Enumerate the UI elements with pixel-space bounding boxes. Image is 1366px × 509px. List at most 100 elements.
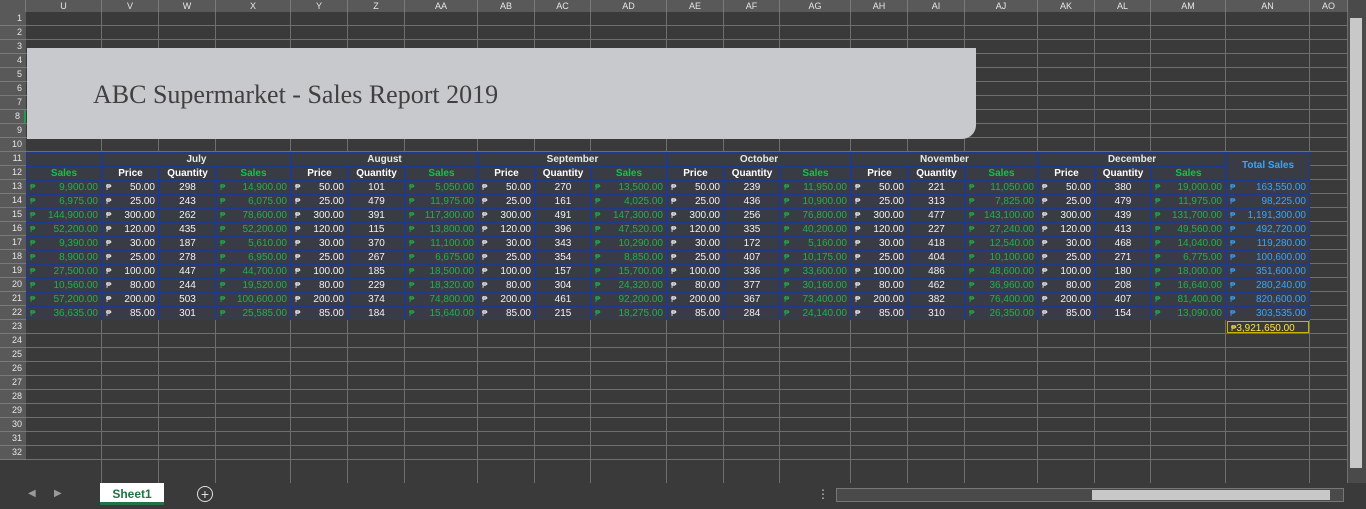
column-header[interactable]: AF xyxy=(724,0,780,12)
more-options-icon[interactable]: ⋮ xyxy=(817,487,829,501)
sales-cell[interactable]: ₱ 11,050.00 xyxy=(966,181,1037,193)
header-sales[interactable]: Sales xyxy=(217,167,290,179)
price-cell[interactable]: ₱ 100.00 xyxy=(668,265,723,277)
price-cell[interactable]: ₱ 30.00 xyxy=(852,237,907,249)
quantity-cell[interactable]: 215 xyxy=(536,307,590,319)
row-header[interactable]: 24 xyxy=(0,334,26,348)
vertical-scroll-thumb[interactable] xyxy=(1350,18,1362,468)
column-header[interactable]: Z xyxy=(348,0,405,12)
sales-cell[interactable]: ₱ 4,025.00 xyxy=(592,195,666,207)
sales-cell[interactable]: ₱ 13,800.00 xyxy=(406,223,477,235)
price-cell[interactable]: ₱ 25.00 xyxy=(1039,195,1094,207)
row-header[interactable]: 18 xyxy=(0,250,26,264)
column-header[interactable]: W xyxy=(159,0,216,12)
price-cell[interactable]: ₱ 85.00 xyxy=(292,307,347,319)
price-cell[interactable]: ₱ 120.00 xyxy=(668,223,723,235)
header-price[interactable]: Price xyxy=(103,167,158,179)
quantity-cell[interactable]: 310 xyxy=(909,307,964,319)
price-cell[interactable]: ₱ 25.00 xyxy=(479,195,534,207)
report-title-box[interactable]: ABC Supermarket - Sales Report 2019 xyxy=(27,48,976,139)
sales-cell[interactable]: ₱ 19,000.00 xyxy=(1152,181,1225,193)
price-cell[interactable]: ₱ 80.00 xyxy=(852,279,907,291)
quantity-cell[interactable]: 396 xyxy=(536,223,590,235)
sales-cell[interactable]: ₱ 11,100.00 xyxy=(406,237,477,249)
sales-cell[interactable]: ₱ 47,520.00 xyxy=(592,223,666,235)
quantity-cell[interactable]: 461 xyxy=(536,293,590,305)
price-cell[interactable]: ₱ 25.00 xyxy=(292,195,347,207)
quantity-cell[interactable]: 184 xyxy=(349,307,404,319)
header-quantity[interactable]: Quantity xyxy=(160,167,215,179)
quantity-cell[interactable]: 298 xyxy=(160,181,215,193)
quantity-cell[interactable]: 313 xyxy=(909,195,964,207)
sales-cell[interactable]: ₱ 15,640.00 xyxy=(406,307,477,319)
sales-cell[interactable]: ₱ 18,500.00 xyxy=(406,265,477,277)
prev-sheet-arrow-icon[interactable]: ◀ xyxy=(28,488,36,499)
price-cell[interactable]: ₱ 100.00 xyxy=(103,265,158,277)
quantity-cell[interactable]: 503 xyxy=(160,293,215,305)
quantity-cell[interactable]: 413 xyxy=(1096,223,1150,235)
quantity-cell[interactable]: 278 xyxy=(160,251,215,263)
price-cell[interactable]: ₱ 50.00 xyxy=(103,181,158,193)
sales-cell[interactable]: ₱ 11,975.00 xyxy=(406,195,477,207)
sales-cell[interactable]: ₱ 24,140.00 xyxy=(781,307,850,319)
month-header-august[interactable]: August xyxy=(292,153,477,165)
price-cell[interactable]: ₱ 85.00 xyxy=(852,307,907,319)
sales-cell[interactable]: ₱ 14,900.00 xyxy=(217,181,290,193)
sales-cell[interactable]: ₱ 13,500.00 xyxy=(592,181,666,193)
sales-cell[interactable]: ₱ 44,700.00 xyxy=(217,265,290,277)
plus-circle-icon[interactable]: + xyxy=(197,486,213,502)
row-header[interactable]: 16 xyxy=(0,222,26,236)
row-header[interactable]: 8 xyxy=(0,110,26,124)
price-cell[interactable]: ₱ 30.00 xyxy=(668,237,723,249)
header-quantity[interactable]: Quantity xyxy=(349,167,404,179)
quantity-cell[interactable]: 229 xyxy=(349,279,404,291)
row-header[interactable]: 14 xyxy=(0,194,26,208)
sales-cell[interactable]: ₱ 144,900.00 xyxy=(27,209,101,221)
header-quantity[interactable]: Quantity xyxy=(536,167,590,179)
column-header[interactable]: AN xyxy=(1226,0,1310,12)
row-header[interactable]: 19 xyxy=(0,264,26,278)
row-header[interactable]: 29 xyxy=(0,404,26,418)
header-sales[interactable]: Sales xyxy=(1152,167,1225,179)
sales-cell[interactable]: ₱ 6,675.00 xyxy=(406,251,477,263)
row-header[interactable]: 27 xyxy=(0,376,26,390)
price-cell[interactable]: ₱ 25.00 xyxy=(852,195,907,207)
price-cell[interactable]: ₱ 100.00 xyxy=(852,265,907,277)
quantity-cell[interactable]: 244 xyxy=(160,279,215,291)
quantity-cell[interactable]: 154 xyxy=(1096,307,1150,319)
row-header[interactable]: 17 xyxy=(0,236,26,250)
row-header[interactable]: 12 xyxy=(0,166,26,180)
price-cell[interactable]: ₱ 80.00 xyxy=(1039,279,1094,291)
sales-cell[interactable]: ₱ 73,400.00 xyxy=(781,293,850,305)
sales-cell[interactable]: ₱ 9,900.00 xyxy=(27,181,101,193)
sales-cell[interactable]: ₱ 14,040.00 xyxy=(1152,237,1225,249)
price-cell[interactable]: ₱ 25.00 xyxy=(292,251,347,263)
quantity-cell[interactable]: 336 xyxy=(725,265,779,277)
price-cell[interactable]: ₱ 50.00 xyxy=(852,181,907,193)
header-sales[interactable]: Sales xyxy=(966,167,1037,179)
sales-cell[interactable]: ₱ 9,390.00 xyxy=(27,237,101,249)
spreadsheet-grid[interactable]: U V W X Y Z AA AB AC AD AE AF AG AH AI AJ AK AL AM AN AO 1 2 3 4… xyxy=(0,0,1348,483)
sales-cell[interactable]: ₱ 13,090.00 xyxy=(1152,307,1225,319)
quantity-cell[interactable]: 239 xyxy=(725,181,779,193)
price-cell[interactable]: ₱ 25.00 xyxy=(103,251,158,263)
price-cell[interactable]: ₱ 120.00 xyxy=(103,223,158,235)
header-quantity[interactable]: Quantity xyxy=(909,167,964,179)
sales-cell[interactable]: ₱ 16,640.00 xyxy=(1152,279,1225,291)
sales-cell[interactable]: ₱ 10,290.00 xyxy=(592,237,666,249)
sales-cell[interactable]: ₱ 49,560.00 xyxy=(1152,223,1225,235)
price-cell[interactable]: ₱ 85.00 xyxy=(668,307,723,319)
next-sheet-arrow-icon[interactable]: ▶ xyxy=(54,488,62,499)
column-header[interactable]: AC xyxy=(535,0,591,12)
total-sales-cell[interactable]: ₱ 303,535.00 xyxy=(1227,307,1309,319)
quantity-cell[interactable]: 382 xyxy=(909,293,964,305)
quantity-cell[interactable]: 407 xyxy=(1096,293,1150,305)
row-header[interactable]: 4 xyxy=(0,54,26,68)
horizontal-scroll-thumb[interactable] xyxy=(1092,490,1330,500)
row-header[interactable]: 31 xyxy=(0,432,26,446)
price-cell[interactable]: ₱ 120.00 xyxy=(852,223,907,235)
quantity-cell[interactable]: 335 xyxy=(725,223,779,235)
total-sales-cell[interactable]: ₱ 100,600.00 xyxy=(1227,251,1309,263)
price-cell[interactable]: ₱ 200.00 xyxy=(852,293,907,305)
sales-cell[interactable]: ₱ 33,600.00 xyxy=(781,265,850,277)
